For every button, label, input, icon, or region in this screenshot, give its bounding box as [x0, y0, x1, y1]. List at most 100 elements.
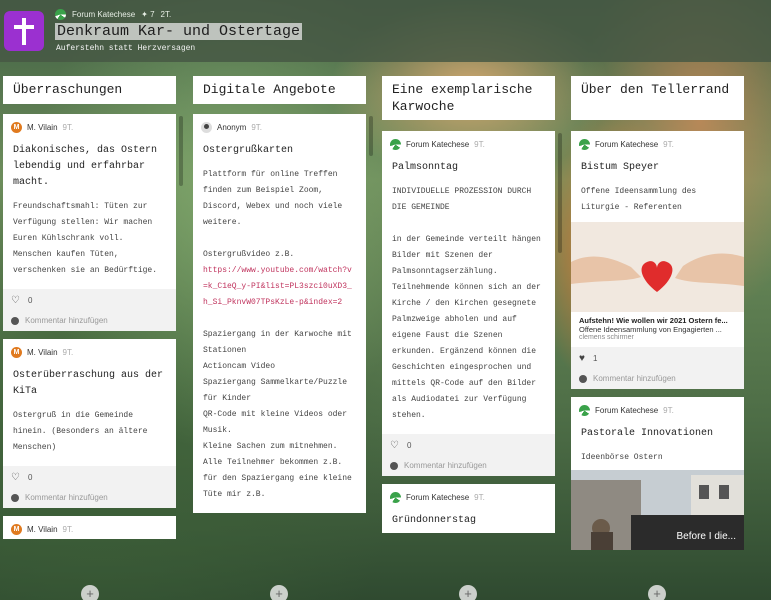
avatar: [201, 122, 212, 133]
post-footer: ♥ 1 Kommentar hinzufügen: [571, 347, 744, 389]
user-icon: [579, 374, 587, 383]
post-time: 9T.: [62, 525, 74, 534]
column-header-ueberraschungen[interactable]: Überraschungen: [3, 76, 176, 104]
post-card[interactable]: Forum Katechese 9T. Gründonnerstag: [382, 484, 555, 533]
cross-icon[interactable]: [4, 11, 44, 51]
avatar: [390, 139, 401, 150]
post-time: 9T.: [474, 140, 485, 149]
author-name: M. Vilain: [27, 525, 58, 534]
link-preview[interactable]: Aufstehn! Wie wollen wir 2021 Ostern fe.…: [571, 312, 744, 347]
post-title: Ostergrußkarten: [203, 145, 294, 156]
post-author: Forum Katechese 9T.: [571, 397, 744, 420]
avatar: M: [11, 122, 22, 133]
author-name: Forum Katechese: [406, 140, 470, 149]
youtube-link[interactable]: https://www.youtube.com/watch?v=k_C1eQ_y…: [203, 266, 352, 307]
user-icon: [11, 493, 19, 502]
author-name: M. Vilain: [27, 123, 58, 132]
add-comment-button[interactable]: Kommentar hinzufügen: [11, 493, 168, 502]
like-count: 0: [406, 441, 412, 450]
post-title: Diakonisches, das Ostern lebendig und er…: [13, 145, 158, 188]
post-author: Forum Katechese 9T.: [382, 131, 555, 154]
add-comment-button[interactable]: Kommentar hinzufügen: [11, 316, 168, 325]
link-title: Aufstehn! Wie wollen wir 2021 Ostern fe.…: [579, 316, 728, 325]
post-age: 2T.: [160, 10, 172, 19]
scrollbar[interactable]: [558, 133, 562, 253]
header: Forum Katechese ✦ 7 2T. Denkraum Kar- un…: [0, 0, 771, 62]
post-card[interactable]: M M. Vilain 9T.: [3, 516, 176, 539]
post-footer: ♡ 0 Kommentar hinzufügen: [3, 289, 176, 331]
avatar: [390, 492, 401, 503]
post-body: INDIVIDUELLE PROZESSION DURCH DIE GEMEIN…: [392, 187, 541, 420]
comment-label: Kommentar hinzufügen: [593, 374, 676, 383]
heart-icon[interactable]: ♥: [579, 353, 585, 364]
post-time: 9T.: [663, 406, 674, 415]
post-body: Freundschaftsmahl: Tüten zur Verfügung s…: [13, 202, 158, 275]
column-header-digitale-angebote[interactable]: Digitale Angebote: [193, 76, 366, 104]
author-name: Forum Katechese: [406, 493, 470, 502]
add-post-button[interactable]: +: [81, 585, 99, 600]
avatar: M: [11, 347, 22, 358]
link-author: clemens schirmer: [579, 334, 634, 341]
page-subtitle: Auferstehn statt Herzversagen: [56, 44, 196, 53]
user-icon: [11, 316, 19, 325]
post-time: 9T.: [62, 348, 74, 357]
post-author: M M. Vilain 9T.: [3, 114, 176, 137]
add-comment-button[interactable]: Kommentar hinzufügen: [390, 461, 547, 470]
post-author: M M. Vilain 9T.: [3, 339, 176, 362]
avatar: [579, 405, 590, 416]
author-name[interactable]: Forum Katechese: [72, 10, 135, 19]
image-caption: Before I die...: [676, 531, 736, 542]
column-exemplarische-karwoche: Forum Katechese 9T. Palmsonntag INDIVIDU…: [382, 131, 555, 572]
post-title: Pastorale Innovationen: [581, 428, 714, 439]
page-title[interactable]: Denkraum Kar- und Ostertage: [55, 23, 303, 40]
post-card[interactable]: M M. Vilain 9T. Diakonisches, das Ostern…: [3, 114, 176, 331]
post-body: Offene Ideensammlung des Liturgie - Refe…: [581, 187, 702, 212]
post-title: Osterüberraschung aus der KiTa: [13, 370, 164, 397]
post-card[interactable]: Forum Katechese 9T. Palmsonntag INDIVIDU…: [382, 131, 555, 476]
heart-icon[interactable]: ♡: [11, 295, 20, 306]
post-time: 9T.: [62, 123, 74, 132]
post-card[interactable]: Anonym 9T. Ostergrußkarten Plattform für…: [193, 114, 366, 513]
add-post-button[interactable]: +: [459, 585, 477, 600]
scrollbar[interactable]: [179, 116, 183, 186]
link-description: Offene Ideensammlung von Engagierten ...: [579, 325, 722, 334]
like-count: 1: [592, 354, 598, 363]
author-avatar: [55, 9, 66, 20]
like-count: 0: [27, 473, 33, 482]
post-card[interactable]: Forum Katechese 9T. Bistum Speyer Offene…: [571, 131, 744, 389]
post-author: Forum Katechese 9T.: [571, 131, 744, 154]
add-post-button[interactable]: +: [270, 585, 288, 600]
post-footer: ♡ 0 Kommentar hinzufügen: [3, 466, 176, 508]
scrollbar[interactable]: [369, 116, 373, 156]
post-author: Forum Katechese 9T.: [382, 484, 555, 507]
column-ueber-den-tellerrand: Forum Katechese 9T. Bistum Speyer Offene…: [571, 131, 744, 572]
author-name: Forum Katechese: [595, 140, 659, 149]
post-body: Plattform für online Treffen finden zum …: [203, 170, 343, 259]
column-ueberraschungen: M M. Vilain 9T. Diakonisches, das Ostern…: [3, 114, 176, 572]
add-comment-button[interactable]: Kommentar hinzufügen: [579, 374, 736, 383]
author-name: Anonym: [217, 123, 247, 132]
post-footer: ♡ 0 Kommentar hinzufügen: [382, 434, 555, 476]
post-time: 9T.: [474, 493, 485, 502]
comment-label: Kommentar hinzufügen: [404, 461, 487, 470]
heart-icon[interactable]: ♡: [11, 472, 20, 483]
post-body: Ostergruß in die Gemeinde hinein. (Beson…: [13, 411, 153, 452]
post-card[interactable]: Forum Katechese 9T. Pastorale Innovation…: [571, 397, 744, 550]
post-image[interactable]: Before I die...: [571, 470, 744, 550]
column-header-ueber-den-tellerrand[interactable]: Über den Tellerrand: [571, 76, 744, 120]
header-meta: Forum Katechese ✦ 7 2T.: [55, 9, 171, 20]
comment-label: Kommentar hinzufügen: [25, 493, 108, 502]
post-card[interactable]: M M. Vilain 9T. Osterüberraschung aus de…: [3, 339, 176, 508]
heart-icon[interactable]: ♡: [390, 440, 399, 451]
user-icon: [390, 461, 398, 470]
like-count: 0: [27, 296, 33, 305]
column-header-exemplarische-karwoche[interactable]: Eine exemplarische Karwoche: [382, 76, 555, 120]
avatar: M: [11, 524, 22, 535]
link-preview-image[interactable]: [571, 222, 744, 312]
add-post-button[interactable]: +: [648, 585, 666, 600]
likes-count: ✦ 7: [141, 10, 155, 19]
post-body: Ideenbörse Ostern: [581, 453, 663, 462]
post-body-continued: Spaziergang in der Karwoche mit Statione…: [203, 330, 352, 499]
author-name: M. Vilain: [27, 348, 58, 357]
post-author: Anonym 9T.: [193, 114, 366, 137]
